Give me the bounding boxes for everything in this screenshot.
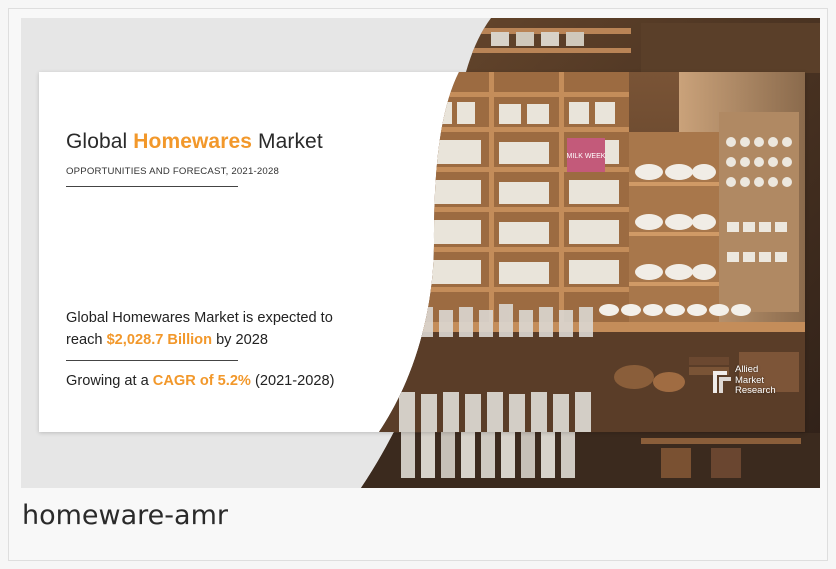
title-prefix: Global xyxy=(66,130,134,153)
forecast-value: $2,028.7 Billion xyxy=(106,332,213,348)
forecast-year: by 2028 xyxy=(212,332,269,348)
cagr-text: Growing at a CAGR of 5.2% (2021-2028) xyxy=(66,373,335,389)
image-caption: homeware-amr xyxy=(22,500,228,531)
cagr-value: CAGR of 5.2% xyxy=(152,373,251,389)
market-forecast-text: Global Homewares Market is expected to r… xyxy=(66,307,396,351)
infographic-banner: MILK WEEK Global Homewares Market OPPORT… xyxy=(39,72,805,432)
cagr-prefix: Growing at a xyxy=(66,373,153,389)
title-suffix: Market xyxy=(252,130,323,153)
banner-title: Global Homewares Market xyxy=(66,130,323,154)
store-sign-text: MILK WEEK xyxy=(567,153,606,160)
divider-line xyxy=(66,186,238,187)
logo-line-3: Research xyxy=(735,385,776,396)
forecast-reach: reach xyxy=(66,332,107,348)
logo-line-1: Allied xyxy=(735,364,759,375)
cagr-period: (2021-2028) xyxy=(250,373,335,389)
divider-line xyxy=(66,360,238,361)
title-highlight: Homewares xyxy=(133,130,253,153)
forecast-line-1: Global Homewares Market is expected to xyxy=(66,310,333,326)
banner-text-panel: Global Homewares Market OPPORTUNITIES AN… xyxy=(39,72,459,432)
logo-text: Allied Market Research xyxy=(735,364,776,397)
banner-subtitle: OPPORTUNITIES AND FORECAST, 2021-2028 xyxy=(66,166,280,177)
allied-market-research-logo: Allied Market Research xyxy=(711,364,793,401)
